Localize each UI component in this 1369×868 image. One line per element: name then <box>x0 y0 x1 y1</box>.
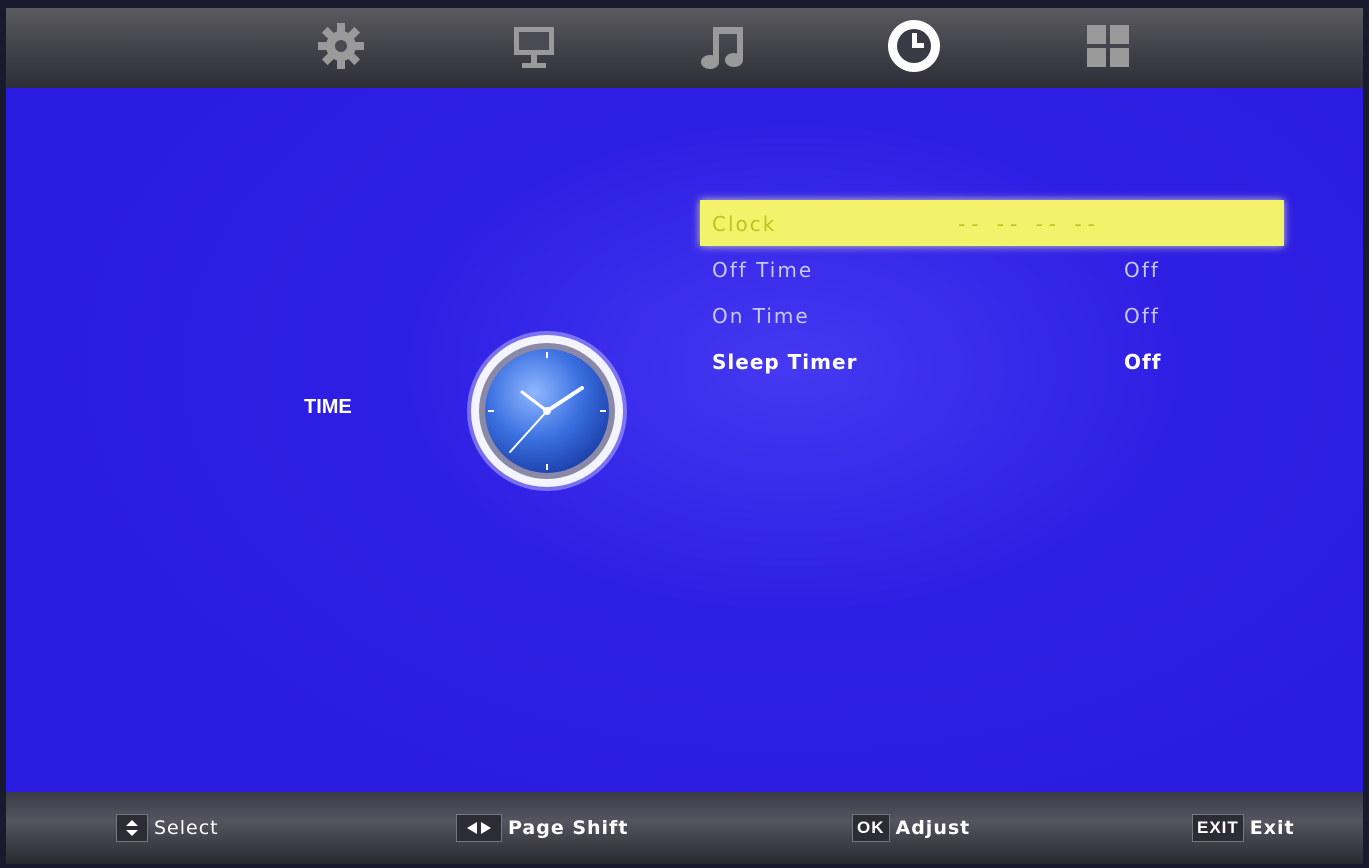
clock-label: Clock <box>712 212 777 236</box>
hint-page-shift: Page Shift <box>456 814 628 842</box>
sleep-timer-label: Sleep Timer <box>712 350 858 374</box>
hint-select-label: Select <box>154 817 219 839</box>
category-tab-bar <box>6 8 1363 88</box>
up-down-arrows-icon <box>116 814 148 842</box>
ok-key-badge: OK <box>852 814 890 842</box>
footer-hint-bar: Select Page Shift OK Adjust EXIT Exit <box>6 792 1363 864</box>
sleep-timer-value: Off <box>1124 350 1162 374</box>
exit-key-badge: EXIT <box>1192 814 1244 842</box>
on-time-value: Off <box>1124 304 1160 328</box>
tab-option[interactable] <box>1078 16 1138 76</box>
grid-icon <box>1087 25 1129 67</box>
music-note-icon <box>701 27 743 69</box>
analog-clock-icon <box>464 328 630 498</box>
tab-time[interactable] <box>884 16 944 76</box>
monitor-icon <box>514 27 554 68</box>
menu-item-on-time[interactable]: On Time Off <box>700 292 1284 338</box>
tab-settings[interactable] <box>311 16 371 76</box>
time-settings-menu: Clock -- -- -- -- Off Time Off On Time O… <box>700 200 1284 384</box>
tab-picture[interactable] <box>504 16 564 76</box>
gear-icon <box>318 23 364 69</box>
on-time-label: On Time <box>712 304 810 328</box>
off-time-value: Off <box>1124 258 1160 282</box>
menu-item-sleep-timer[interactable]: Sleep Timer Off <box>700 338 1284 384</box>
hint-exit-label: Exit <box>1249 817 1295 839</box>
hint-adjust: OK Adjust <box>852 814 970 842</box>
hint-select: Select <box>116 814 219 842</box>
section-label: TIME <box>304 396 352 418</box>
hint-adjust-label: Adjust <box>895 817 971 839</box>
tab-sound[interactable] <box>694 16 754 76</box>
menu-item-clock[interactable]: Clock -- -- -- -- <box>700 200 1284 246</box>
clock-icon <box>888 20 940 72</box>
background-glow <box>6 8 1363 864</box>
hint-page-shift-label: Page Shift <box>508 817 629 839</box>
left-right-arrows-icon <box>456 814 502 842</box>
hint-exit: EXIT Exit <box>1192 814 1295 842</box>
menu-item-off-time[interactable]: Off Time Off <box>700 246 1284 292</box>
off-time-label: Off Time <box>712 258 814 282</box>
clock-value: -- -- -- -- <box>958 212 1101 236</box>
tv-osd-screen: TIME Clock -- -- -- -- Off Time Off On T… <box>6 8 1363 864</box>
